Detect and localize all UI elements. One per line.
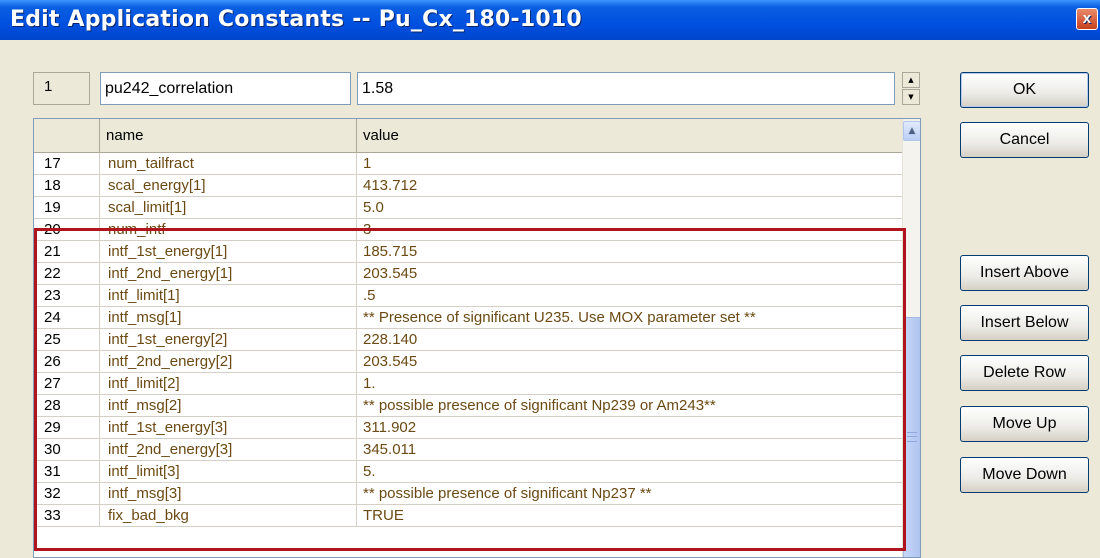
name-cell[interactable]: fix_bad_bkg — [100, 505, 357, 527]
row-number-cell: 27 — [34, 373, 100, 395]
table-row[interactable]: 26 intf_2nd_energy[2] 203.545 — [34, 351, 902, 373]
value-cell[interactable]: 311.902 — [357, 417, 902, 439]
value-cell[interactable]: .5 — [357, 285, 902, 307]
table-row[interactable]: 19 scal_limit[1] 5.0 — [34, 197, 902, 219]
row-number-cell: 24 — [34, 307, 100, 329]
scroll-thumb[interactable] — [903, 317, 920, 557]
value-cell[interactable]: 228.140 — [357, 329, 902, 351]
cancel-button[interactable]: Cancel — [960, 122, 1089, 158]
value-field[interactable] — [357, 72, 895, 105]
value-cell[interactable]: 1. — [357, 373, 902, 395]
value-cell[interactable]: ** Presence of significant U235. Use MOX… — [357, 307, 902, 329]
name-cell[interactable]: num_intf — [100, 219, 357, 241]
name-cell[interactable]: scal_energy[1] — [100, 175, 357, 197]
value-cell[interactable]: ** possible presence of significant Np23… — [357, 395, 902, 417]
row-number-cell: 19 — [34, 197, 100, 219]
value-cell[interactable]: 185.715 — [357, 241, 902, 263]
constants-grid[interactable]: name value 17 num_tailfract 1 18 scal_energy… — [33, 118, 921, 558]
name-cell[interactable]: intf_2nd_energy[2] — [100, 351, 357, 373]
grid-header: name value — [34, 119, 902, 153]
row-number-cell: 31 — [34, 461, 100, 483]
table-row[interactable]: 30 intf_2nd_energy[3] 345.011 — [34, 439, 902, 461]
row-spinner[interactable]: ▲ ▼ — [902, 72, 920, 105]
table-row[interactable]: 23 intf_limit[1] .5 — [34, 285, 902, 307]
row-number-cell: 30 — [34, 439, 100, 461]
value-cell[interactable]: 5.0 — [357, 197, 902, 219]
row-number-cell: 18 — [34, 175, 100, 197]
window-titlebar: Edit Application Constants -- Pu_Cx_180-… — [0, 0, 1100, 40]
name-cell[interactable]: intf_msg[3] — [100, 483, 357, 505]
spin-up-icon[interactable]: ▲ — [902, 72, 920, 88]
spin-down-icon[interactable]: ▼ — [902, 89, 920, 105]
grid-rows: 17 num_tailfract 1 18 scal_energy[1] 413.712 1… — [34, 153, 902, 527]
insert-below-button[interactable]: Insert Below — [960, 305, 1089, 341]
value-cell[interactable]: TRUE — [357, 505, 902, 527]
table-row[interactable]: 29 intf_1st_energy[3] 311.902 — [34, 417, 902, 439]
name-cell[interactable]: intf_limit[2] — [100, 373, 357, 395]
row-number-cell: 29 — [34, 417, 100, 439]
name-cell[interactable]: intf_1st_energy[2] — [100, 329, 357, 351]
value-cell[interactable]: 413.712 — [357, 175, 902, 197]
row-number-cell: 20 — [34, 219, 100, 241]
row-number-cell: 22 — [34, 263, 100, 285]
name-cell[interactable]: intf_msg[1] — [100, 307, 357, 329]
table-row[interactable]: 25 intf_1st_energy[2] 228.140 — [34, 329, 902, 351]
grip-icon — [907, 432, 917, 442]
table-row[interactable]: 31 intf_limit[3] 5. — [34, 461, 902, 483]
name-field[interactable] — [100, 72, 351, 105]
vertical-scrollbar[interactable]: ▲ — [902, 119, 920, 557]
row-number-cell: 25 — [34, 329, 100, 351]
window-title: Edit Application Constants -- Pu_Cx_180-… — [10, 7, 582, 32]
table-row[interactable]: 27 intf_limit[2] 1. — [34, 373, 902, 395]
header-value[interactable]: value — [357, 119, 902, 153]
name-cell[interactable]: intf_1st_energy[3] — [100, 417, 357, 439]
scroll-up-icon[interactable]: ▲ — [903, 121, 920, 141]
header-rownum — [34, 119, 100, 153]
table-row[interactable]: 21 intf_1st_energy[1] 185.715 — [34, 241, 902, 263]
table-row[interactable]: 18 scal_energy[1] 413.712 — [34, 175, 902, 197]
row-number-cell: 32 — [34, 483, 100, 505]
move-up-button[interactable]: Move Up — [960, 406, 1089, 442]
value-cell[interactable]: 203.545 — [357, 263, 902, 285]
table-row[interactable]: 17 num_tailfract 1 — [34, 153, 902, 175]
close-icon: x — [1082, 10, 1092, 27]
move-down-button[interactable]: Move Down — [960, 457, 1089, 493]
name-cell[interactable]: intf_2nd_energy[3] — [100, 439, 357, 461]
row-number-cell: 23 — [34, 285, 100, 307]
name-cell[interactable]: intf_limit[1] — [100, 285, 357, 307]
delete-row-button[interactable]: Delete Row — [960, 355, 1089, 391]
row-number-cell: 21 — [34, 241, 100, 263]
value-cell[interactable]: 3 — [357, 219, 902, 241]
row-number-cell: 26 — [34, 351, 100, 373]
value-cell[interactable]: 345.011 — [357, 439, 902, 461]
name-cell[interactable]: intf_limit[3] — [100, 461, 357, 483]
table-row[interactable]: 33 fix_bad_bkg TRUE — [34, 505, 902, 527]
value-cell[interactable]: 5. — [357, 461, 902, 483]
row-number-cell: 33 — [34, 505, 100, 527]
table-row[interactable]: 22 intf_2nd_energy[1] 203.545 — [34, 263, 902, 285]
header-name[interactable]: name — [100, 119, 357, 153]
table-row[interactable]: 20 num_intf 3 — [34, 219, 902, 241]
name-cell[interactable]: num_tailfract — [100, 153, 357, 175]
row-number-cell: 28 — [34, 395, 100, 417]
name-cell[interactable]: intf_1st_energy[1] — [100, 241, 357, 263]
value-cell[interactable]: ** possible presence of significant Np23… — [357, 483, 902, 505]
value-cell[interactable]: 203.545 — [357, 351, 902, 373]
row-number-cell: 17 — [34, 153, 100, 175]
table-row[interactable]: 28 intf_msg[2] ** possible presence of sig… — [34, 395, 902, 417]
value-cell[interactable]: 1 — [357, 153, 902, 175]
table-row[interactable]: 24 intf_msg[1] ** Presence of significant … — [34, 307, 902, 329]
table-row[interactable]: 32 intf_msg[3] ** possible presence of sig… — [34, 483, 902, 505]
insert-above-button[interactable]: Insert Above — [960, 255, 1089, 291]
ok-button[interactable]: OK — [960, 72, 1089, 108]
name-cell[interactable]: intf_2nd_energy[1] — [100, 263, 357, 285]
close-button[interactable]: x — [1076, 8, 1098, 30]
name-cell[interactable]: intf_msg[2] — [100, 395, 357, 417]
current-row-number: 1 — [33, 72, 90, 105]
name-cell[interactable]: scal_limit[1] — [100, 197, 357, 219]
